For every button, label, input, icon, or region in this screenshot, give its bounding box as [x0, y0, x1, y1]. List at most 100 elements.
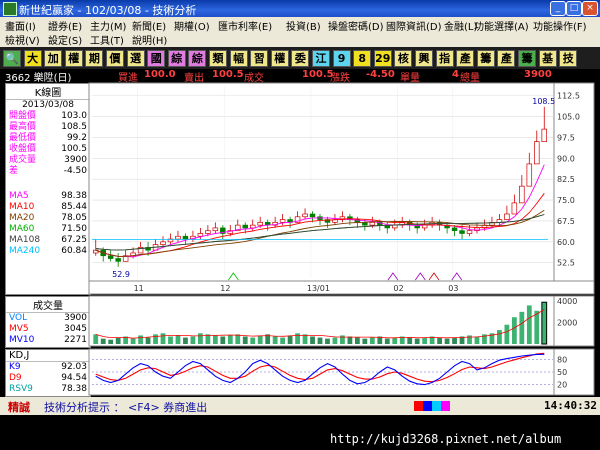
candle-body [205, 230, 211, 234]
toolbar-button[interactable]: 產 [456, 50, 475, 67]
menu-item-trading-code[interactable]: 操盤密碼(D) [328, 18, 384, 33]
title-bar: 新世紀贏家 - 102/03/08 - 技術分析 _ □ × [0, 0, 600, 17]
kd-row: K9 92.03 [9, 362, 87, 372]
toolbar-button[interactable]: 籌 [518, 50, 536, 67]
toolbar-button[interactable]: 綜 [188, 50, 207, 67]
toolbar-button[interactable]: 技 [559, 50, 578, 67]
volume-bar [257, 335, 263, 344]
menu-item-news[interactable]: 新聞(E) [132, 18, 166, 33]
candle-body [115, 258, 121, 262]
maximize-button[interactable]: □ [566, 1, 582, 16]
menu-item-fx-rates[interactable]: 匯市利率(E) [218, 18, 272, 33]
volume-bar [325, 338, 330, 344]
color-indicator [414, 401, 450, 411]
search-icon[interactable]: 🔍 [3, 50, 21, 67]
menu-item-tools[interactable]: 工具(T) [90, 32, 124, 47]
menu-item-options[interactable]: 期權(O) [174, 18, 210, 33]
volume-bar [250, 337, 256, 344]
broker-label: 精誠 [8, 401, 30, 414]
date-tick-label: 11 [134, 284, 144, 293]
menu-item-help[interactable]: 說明(H) [132, 32, 167, 47]
volume-bar [489, 333, 495, 344]
toolbar-button[interactable]: 幅 [229, 50, 248, 67]
ohlc-row: 最高價 108.5 [9, 122, 87, 132]
volume-bar [145, 337, 151, 344]
menu-item-settings[interactable]: 設定(S) [48, 32, 82, 47]
candle-body [302, 213, 308, 218]
volume-bar [160, 333, 166, 344]
volume-tick-label: 2000 [557, 319, 577, 328]
volume-bar [212, 335, 218, 344]
toolbar-button[interactable]: 加 [44, 50, 63, 67]
toolbar-button[interactable]: 大 [23, 50, 42, 67]
volume-bar [362, 338, 368, 344]
candle-body [212, 227, 219, 232]
toolbar-button[interactable]: 核 [394, 50, 413, 67]
volume-bar [272, 336, 278, 344]
toolbar-button[interactable]: 國 [147, 50, 166, 67]
volume-bar [153, 334, 158, 344]
menu-item-finance[interactable]: 金融(L) [444, 18, 477, 33]
candle-body [541, 128, 548, 143]
toolbar-button[interactable]: 產 [497, 50, 516, 67]
taskbar: http://kujd3268.pixnet.net/album [0, 428, 600, 450]
price-axis-pane [553, 82, 595, 282]
toolbar-button[interactable]: 興 [415, 50, 433, 67]
volume-bar [511, 317, 517, 344]
menu-item-invest[interactable]: 投資(B) [286, 18, 321, 33]
change-value: -4.50 [366, 69, 395, 80]
volume-pane [88, 295, 555, 347]
candle-body [384, 224, 391, 229]
minimize-button[interactable]: _ [550, 1, 566, 16]
menu-item-function-select[interactable]: 功能選擇(A) [474, 18, 529, 33]
toolbar-button[interactable]: 選 [126, 50, 145, 67]
candle-body [406, 221, 413, 226]
unit-vol-label: 單量 [400, 73, 420, 84]
candle-body [317, 216, 323, 220]
candle-body [436, 221, 443, 226]
menu-item-main-force[interactable]: 主力(M) [90, 18, 126, 33]
volume-bar [302, 334, 308, 344]
quote-info-bar: 3662 樂陞(日) 買進 100.0 賣出 100.5 成交 100.5 漲跌… [0, 69, 600, 84]
toolbar-button[interactable]: 29 [373, 50, 392, 67]
toolbar-button[interactable]: 江 [312, 50, 330, 67]
toolbar-button[interactable]: 價 [106, 50, 124, 67]
toolbar-button[interactable]: 籌 [476, 50, 495, 67]
toolbar-button[interactable]: 8 [353, 50, 372, 67]
candle-body [534, 141, 540, 165]
candle-body [354, 219, 361, 223]
toolbar-button[interactable]: 權 [270, 50, 289, 67]
ma-line [95, 209, 545, 257]
toolbar-button[interactable]: 基 [538, 50, 557, 67]
candle-body [414, 224, 420, 229]
menu-item-function-op[interactable]: 功能操作(F) [533, 18, 587, 33]
ma-row: MA108 67.25 [9, 235, 87, 245]
toolbar-button[interactable]: 期 [85, 50, 104, 67]
toolbar-button[interactable]: 權 [64, 50, 83, 67]
ma-row: MA60 71.50 [9, 224, 87, 234]
toolbar-button[interactable]: 類 [209, 50, 227, 67]
volume-bar [242, 336, 248, 344]
toolbar-button[interactable]: 指 [435, 50, 454, 67]
menu-item-view[interactable]: 檢視(V) [5, 32, 40, 47]
last-value: 100.5 [302, 69, 334, 80]
toolbar-button[interactable]: 委 [291, 50, 310, 67]
toolbar-button[interactable]: 習 [250, 50, 269, 67]
candle-body [392, 224, 398, 229]
kd-tick-label: 50 [557, 368, 567, 377]
candle-body [279, 219, 286, 223]
kd-tick-label: 80 [557, 355, 567, 364]
toolbar-button[interactable]: 綜 [167, 50, 186, 67]
stock-name: 3662 樂陞(日) [5, 73, 72, 84]
candle-body [242, 224, 248, 229]
close-button[interactable]: × [582, 1, 598, 16]
volume-bar [444, 338, 450, 344]
candle-body [130, 252, 136, 257]
candle-body [220, 227, 226, 234]
toolbar-button[interactable]: 9 [332, 50, 351, 67]
menu-item-screen[interactable]: 畫面(I) [5, 18, 36, 33]
menu-item-intl-info[interactable]: 國際資訊(D) [386, 18, 442, 33]
bid-value: 100.0 [144, 69, 176, 80]
volume-bar [399, 336, 405, 344]
menu-item-securities[interactable]: 證券(E) [48, 18, 82, 33]
